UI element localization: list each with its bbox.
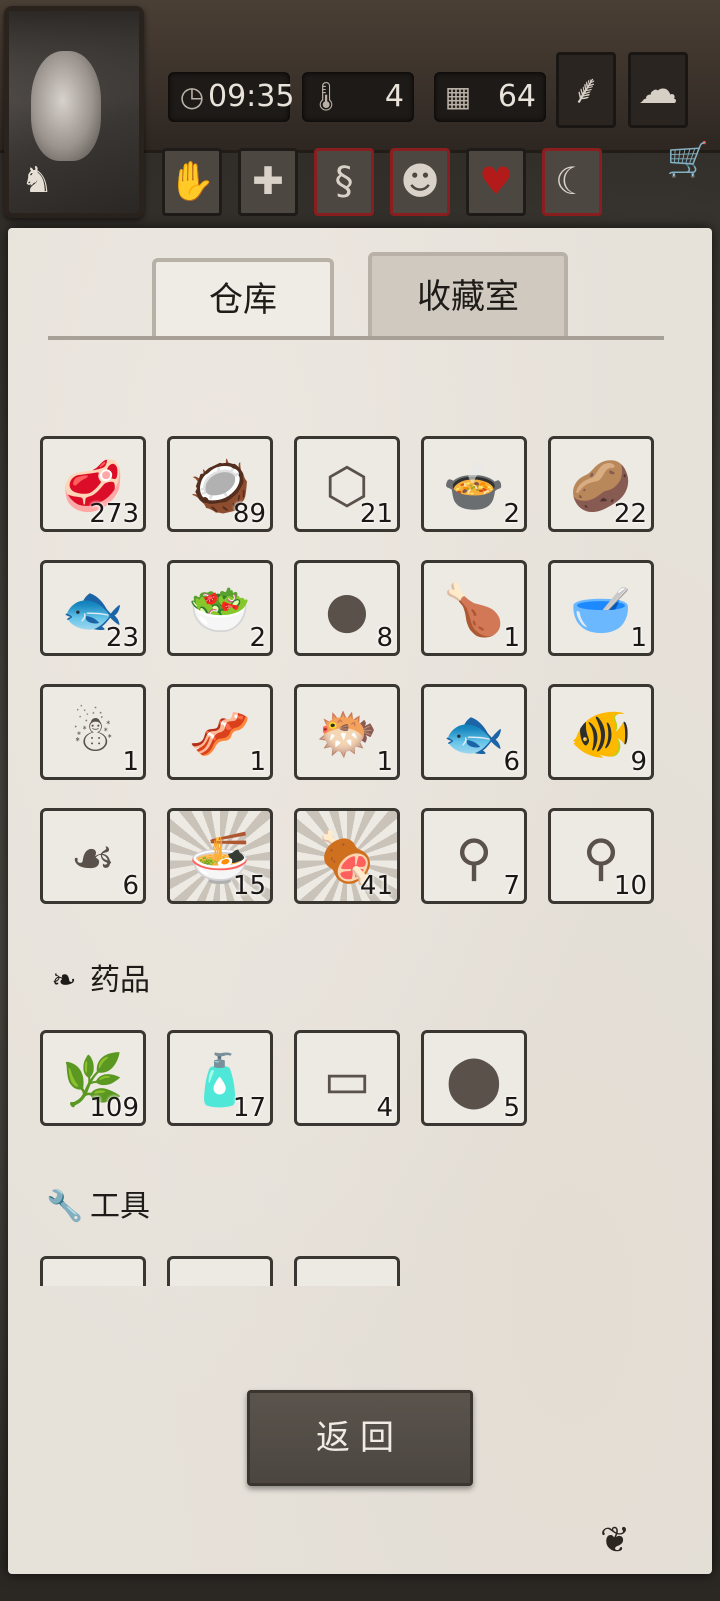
food-item-slot[interactable]: 🍗 1 bbox=[421, 560, 527, 656]
inventory-panel: 仓库 收藏室 🥩 273 🥥 89 ⬡ 21 🍲 2 🥔 22 🐟 23 🥗 2 ● 8 🍗 1 🥣 1 ☃ 1 🥓 1 🐡 1 🐟… bbox=[8, 228, 712, 1574]
food-item-slot[interactable]: 🐟 23 bbox=[40, 560, 146, 656]
food-item-slot[interactable]: 🐠 9 bbox=[548, 684, 654, 780]
food-item-slot[interactable]: ⚲ 10 bbox=[548, 808, 654, 904]
item-count: 1 bbox=[630, 623, 647, 653]
medicine-item-slot[interactable]: ▭ 4 bbox=[294, 1030, 400, 1126]
food-item-slot[interactable]: 🥣 1 bbox=[548, 560, 654, 656]
food-item-slot[interactable]: ⚲ 7 bbox=[421, 808, 527, 904]
item-count: 8 bbox=[376, 623, 393, 653]
food-item-slot[interactable]: 🐟 6 bbox=[421, 684, 527, 780]
vine-decoration: ❦ bbox=[600, 1520, 631, 1561]
sprout-icon[interactable]: ⸙ bbox=[556, 52, 616, 128]
character-portrait[interactable]: ♞ bbox=[4, 6, 144, 218]
medicine-item-slot[interactable]: 🌿 109 bbox=[40, 1030, 146, 1126]
medicine-item-slot[interactable]: ⬤ 5 bbox=[421, 1030, 527, 1126]
moon-icon[interactable]: ☾ bbox=[542, 148, 602, 216]
health-cross-icon[interactable]: ✚ bbox=[238, 148, 298, 216]
item-count: 5 bbox=[503, 1093, 520, 1123]
food-item-slot[interactable]: 🥗 2 bbox=[167, 560, 273, 656]
clock-icon: ◷ bbox=[179, 80, 205, 113]
item-count: 17 bbox=[232, 1093, 266, 1123]
item-count: 9 bbox=[630, 747, 647, 777]
item-count: 10 bbox=[613, 871, 647, 901]
item-count: 22 bbox=[613, 499, 647, 529]
item-count: 6 bbox=[503, 747, 520, 777]
food-item-slot[interactable]: ☙ 6 bbox=[40, 808, 146, 904]
food-item-slot[interactable]: 🍖 41 bbox=[294, 808, 400, 904]
item-count: 4 bbox=[376, 1093, 393, 1123]
item-count: 6 bbox=[122, 871, 139, 901]
item-count: 7 bbox=[503, 871, 520, 901]
item-count: 2 bbox=[249, 623, 266, 653]
food-item-slot[interactable]: 🍲 2 bbox=[421, 436, 527, 532]
item-count: 2 bbox=[503, 499, 520, 529]
tool-item-slot[interactable]: ⚗ bbox=[40, 1256, 146, 1286]
item-count: 273 bbox=[89, 499, 139, 529]
stomach-icon[interactable]: § bbox=[314, 148, 374, 216]
section-tools: 🔧 工具 bbox=[46, 1184, 150, 1230]
section-medicine-title: 药品 bbox=[90, 963, 150, 998]
leaf-icon: ❧ bbox=[51, 963, 77, 998]
day-value: 64 bbox=[497, 79, 536, 114]
tool-item-slot[interactable]: ▦ bbox=[167, 1256, 273, 1286]
portrait-face bbox=[31, 51, 101, 161]
back-button[interactable]: 返回 bbox=[247, 1390, 473, 1486]
thermometer-icon: 🌡 bbox=[308, 80, 344, 113]
item-count: 1 bbox=[122, 747, 139, 777]
food-item-slot[interactable]: 🥥 89 bbox=[167, 436, 273, 532]
time-value: 09:35 bbox=[208, 79, 295, 114]
food-item-slot[interactable]: ☃ 1 bbox=[40, 684, 146, 780]
item-count: 109 bbox=[89, 1093, 139, 1123]
calendar-icon: ▦ bbox=[444, 80, 472, 113]
heart-icon[interactable]: ♥ bbox=[466, 148, 526, 216]
food-item-slot[interactable]: 🐡 1 bbox=[294, 684, 400, 780]
section-tools-title: 工具 bbox=[90, 1189, 150, 1224]
tool-1-icon: ⚗ bbox=[51, 1267, 135, 1286]
item-count: 21 bbox=[359, 499, 393, 529]
wrench-icon: 🔧 bbox=[46, 1189, 84, 1224]
hand-icon[interactable]: ✋ bbox=[162, 148, 222, 216]
item-count: 1 bbox=[249, 747, 266, 777]
tool-item-slot[interactable]: ✿ bbox=[294, 1256, 400, 1286]
food-item-slot[interactable]: 🍜 15 bbox=[167, 808, 273, 904]
food-item-slot[interactable]: 🥩 273 bbox=[40, 436, 146, 532]
food-item-slot[interactable]: ● 8 bbox=[294, 560, 400, 656]
tool-2-icon: ▦ bbox=[178, 1267, 262, 1286]
time-display: ◷ 09:35 bbox=[168, 72, 294, 122]
item-count: 15 bbox=[232, 871, 266, 901]
medicine-item-slot[interactable]: 🧴 17 bbox=[167, 1030, 273, 1126]
day-display: ▦ 64 bbox=[434, 72, 546, 122]
section-medicine: ❧ 药品 bbox=[46, 958, 150, 1004]
temperature-value: 4 bbox=[384, 79, 404, 114]
temperature-display: 🌡 4 bbox=[302, 72, 414, 122]
head-icon[interactable]: ☻ bbox=[390, 148, 450, 216]
item-count: 41 bbox=[359, 871, 393, 901]
tool-3-icon: ✿ bbox=[305, 1267, 389, 1286]
snow-cloud-icon[interactable]: ☁ bbox=[628, 52, 688, 128]
tab-divider bbox=[48, 336, 664, 340]
cart-icon[interactable]: 🛒 bbox=[666, 140, 710, 184]
item-count: 89 bbox=[232, 499, 266, 529]
item-count: 1 bbox=[376, 747, 393, 777]
food-item-slot[interactable]: ⬡ 21 bbox=[294, 436, 400, 532]
food-item-slot[interactable]: 🥔 22 bbox=[548, 436, 654, 532]
camel-icon: ♞ bbox=[20, 160, 54, 201]
tab-warehouse[interactable]: 仓库 bbox=[152, 258, 334, 338]
tab-collection-room[interactable]: 收藏室 bbox=[368, 252, 568, 338]
food-item-slot[interactable]: 🥓 1 bbox=[167, 684, 273, 780]
item-count: 1 bbox=[503, 623, 520, 653]
item-count: 23 bbox=[105, 623, 139, 653]
